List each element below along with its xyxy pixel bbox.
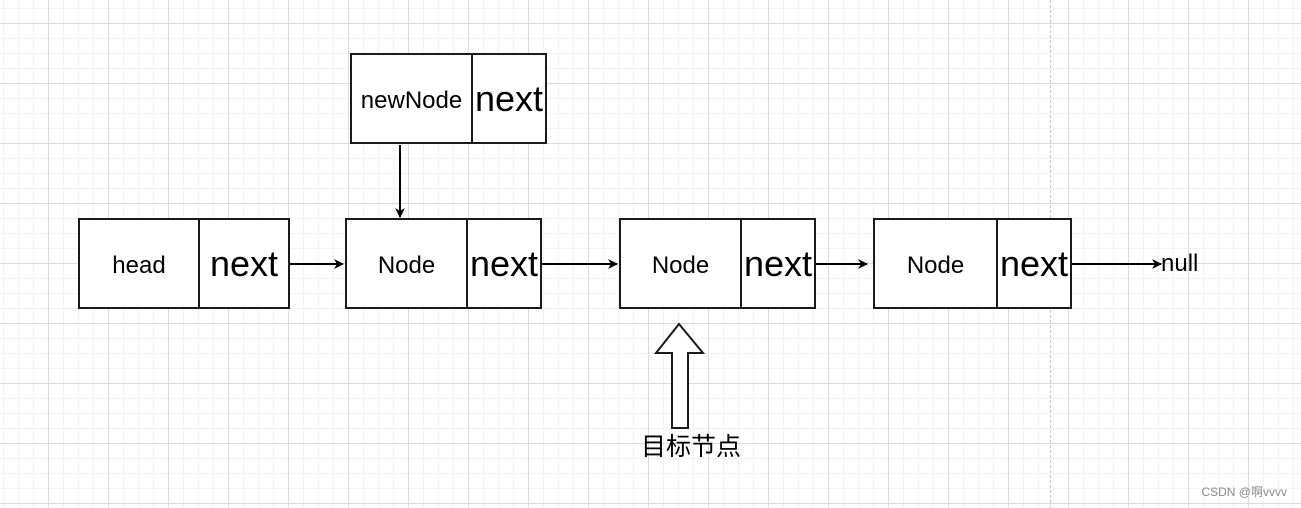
target-node-label: 目标节点 — [641, 432, 742, 461]
target-pointer-arrow-icon — [653, 322, 706, 429]
watermark: CSDN @啊vvvv — [1201, 485, 1287, 499]
null-terminal-label: null — [1161, 250, 1199, 277]
